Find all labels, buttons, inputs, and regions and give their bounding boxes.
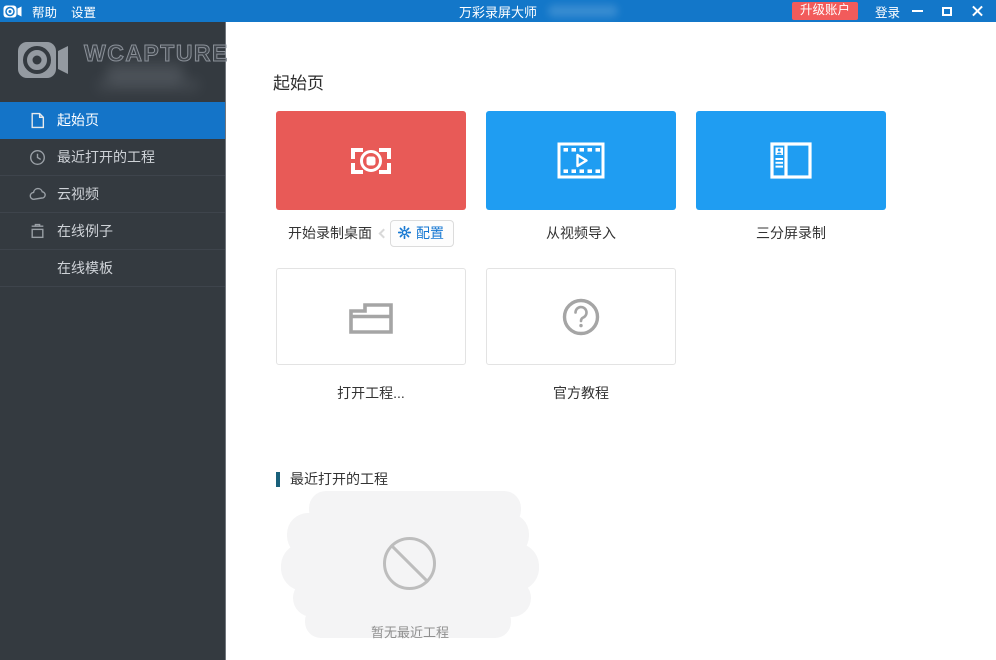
close-button[interactable]: [964, 1, 990, 21]
card-label-three-split: 三分屏录制: [756, 223, 826, 243]
card-label-open-project: 打开工程...: [337, 383, 405, 403]
app-camera-icon: [3, 4, 22, 19]
card-label-official-tutorial: 官方教程: [553, 383, 609, 403]
cloud-icon: [29, 186, 46, 203]
titlebar: 帮助 设置 万彩录屏大师 升级账户 登录: [0, 0, 996, 22]
recent-projects-heading: 最近打开的工程: [290, 469, 388, 489]
clock-icon: [29, 149, 46, 166]
sidebar-item-cloud-video[interactable]: 云视频: [0, 176, 225, 213]
minimize-button[interactable]: [904, 1, 930, 21]
menu-help[interactable]: 帮助: [32, 2, 57, 21]
empty-recent-projects-area: 暂无最近工程: [281, 491, 543, 638]
watermark-smudge: [548, 5, 618, 17]
page-title: 起始页: [273, 69, 324, 94]
question-icon: [561, 297, 601, 337]
gear-icon: [398, 226, 411, 239]
official-tutorial-card[interactable]: [486, 268, 676, 365]
three-split-record-card[interactable]: [696, 111, 886, 210]
sidebar-item-online-templates[interactable]: 在线模板: [0, 250, 225, 287]
minimize-icon: [912, 10, 923, 12]
section-accent-bar: [276, 472, 280, 487]
main-content: 起始页 开始录制桌面: [227, 22, 996, 660]
config-button[interactable]: 配置: [390, 220, 454, 247]
box-icon: [29, 223, 46, 240]
sidebar-item-label: 起始页: [57, 110, 99, 130]
sidebar-nav: 起始页 最近打开的工程 云视频 在线例子 在线模板: [0, 102, 225, 287]
card-label-start-recording: 开始录制桌面: [288, 223, 372, 243]
app-window: 帮助 设置 万彩录屏大师 升级账户 登录 WCAPTURE: [0, 0, 996, 660]
login-button[interactable]: 登录: [875, 2, 900, 21]
menu-settings[interactable]: 设置: [71, 2, 96, 21]
maximize-button[interactable]: [934, 1, 960, 21]
sidebar-item-label: 云视频: [57, 184, 99, 204]
config-button-label: 配置: [416, 223, 444, 243]
camera-icon: [17, 38, 69, 82]
import-video-card[interactable]: [486, 111, 676, 210]
logo-area: WCAPTURE: [0, 22, 225, 102]
sidebar: WCAPTURE 起始页 最近打开的工程 云视频: [0, 22, 226, 660]
action-cards-row: 开始录制桌面 配置: [276, 111, 886, 245]
start-recording-card[interactable]: [276, 111, 466, 210]
sidebar-item-recent-projects[interactable]: 最近打开的工程: [0, 139, 225, 176]
sidebar-item-label: 在线模板: [57, 258, 113, 278]
recent-projects-section-header: 最近打开的工程: [276, 469, 388, 489]
sidebar-item-label: 在线例子: [57, 221, 113, 241]
chevron-left-icon: [379, 228, 389, 238]
empty-state-text: 暂无最近工程: [319, 622, 501, 641]
prohibition-icon: [383, 537, 436, 590]
upgrade-account-button[interactable]: 升级账户: [792, 2, 858, 20]
record-frame-icon: [339, 137, 403, 185]
watermark-smudge: [96, 78, 200, 92]
window-title: 万彩录屏大师: [459, 2, 537, 21]
logo-text: WCAPTURE: [84, 40, 229, 67]
film-play-icon: [557, 142, 605, 179]
card-label-import-video: 从视频导入: [546, 223, 616, 243]
sidebar-item-label: 最近打开的工程: [57, 147, 155, 167]
folder-icon: [348, 300, 394, 334]
secondary-cards-row: 打开工程... 官方教程: [276, 268, 676, 405]
split-screen-icon: [770, 142, 812, 179]
open-project-card[interactable]: [276, 268, 466, 365]
sidebar-item-start-page[interactable]: 起始页: [0, 102, 225, 139]
sidebar-item-online-examples[interactable]: 在线例子: [0, 213, 225, 250]
page-icon: [29, 112, 46, 129]
maximize-icon: [942, 7, 952, 16]
